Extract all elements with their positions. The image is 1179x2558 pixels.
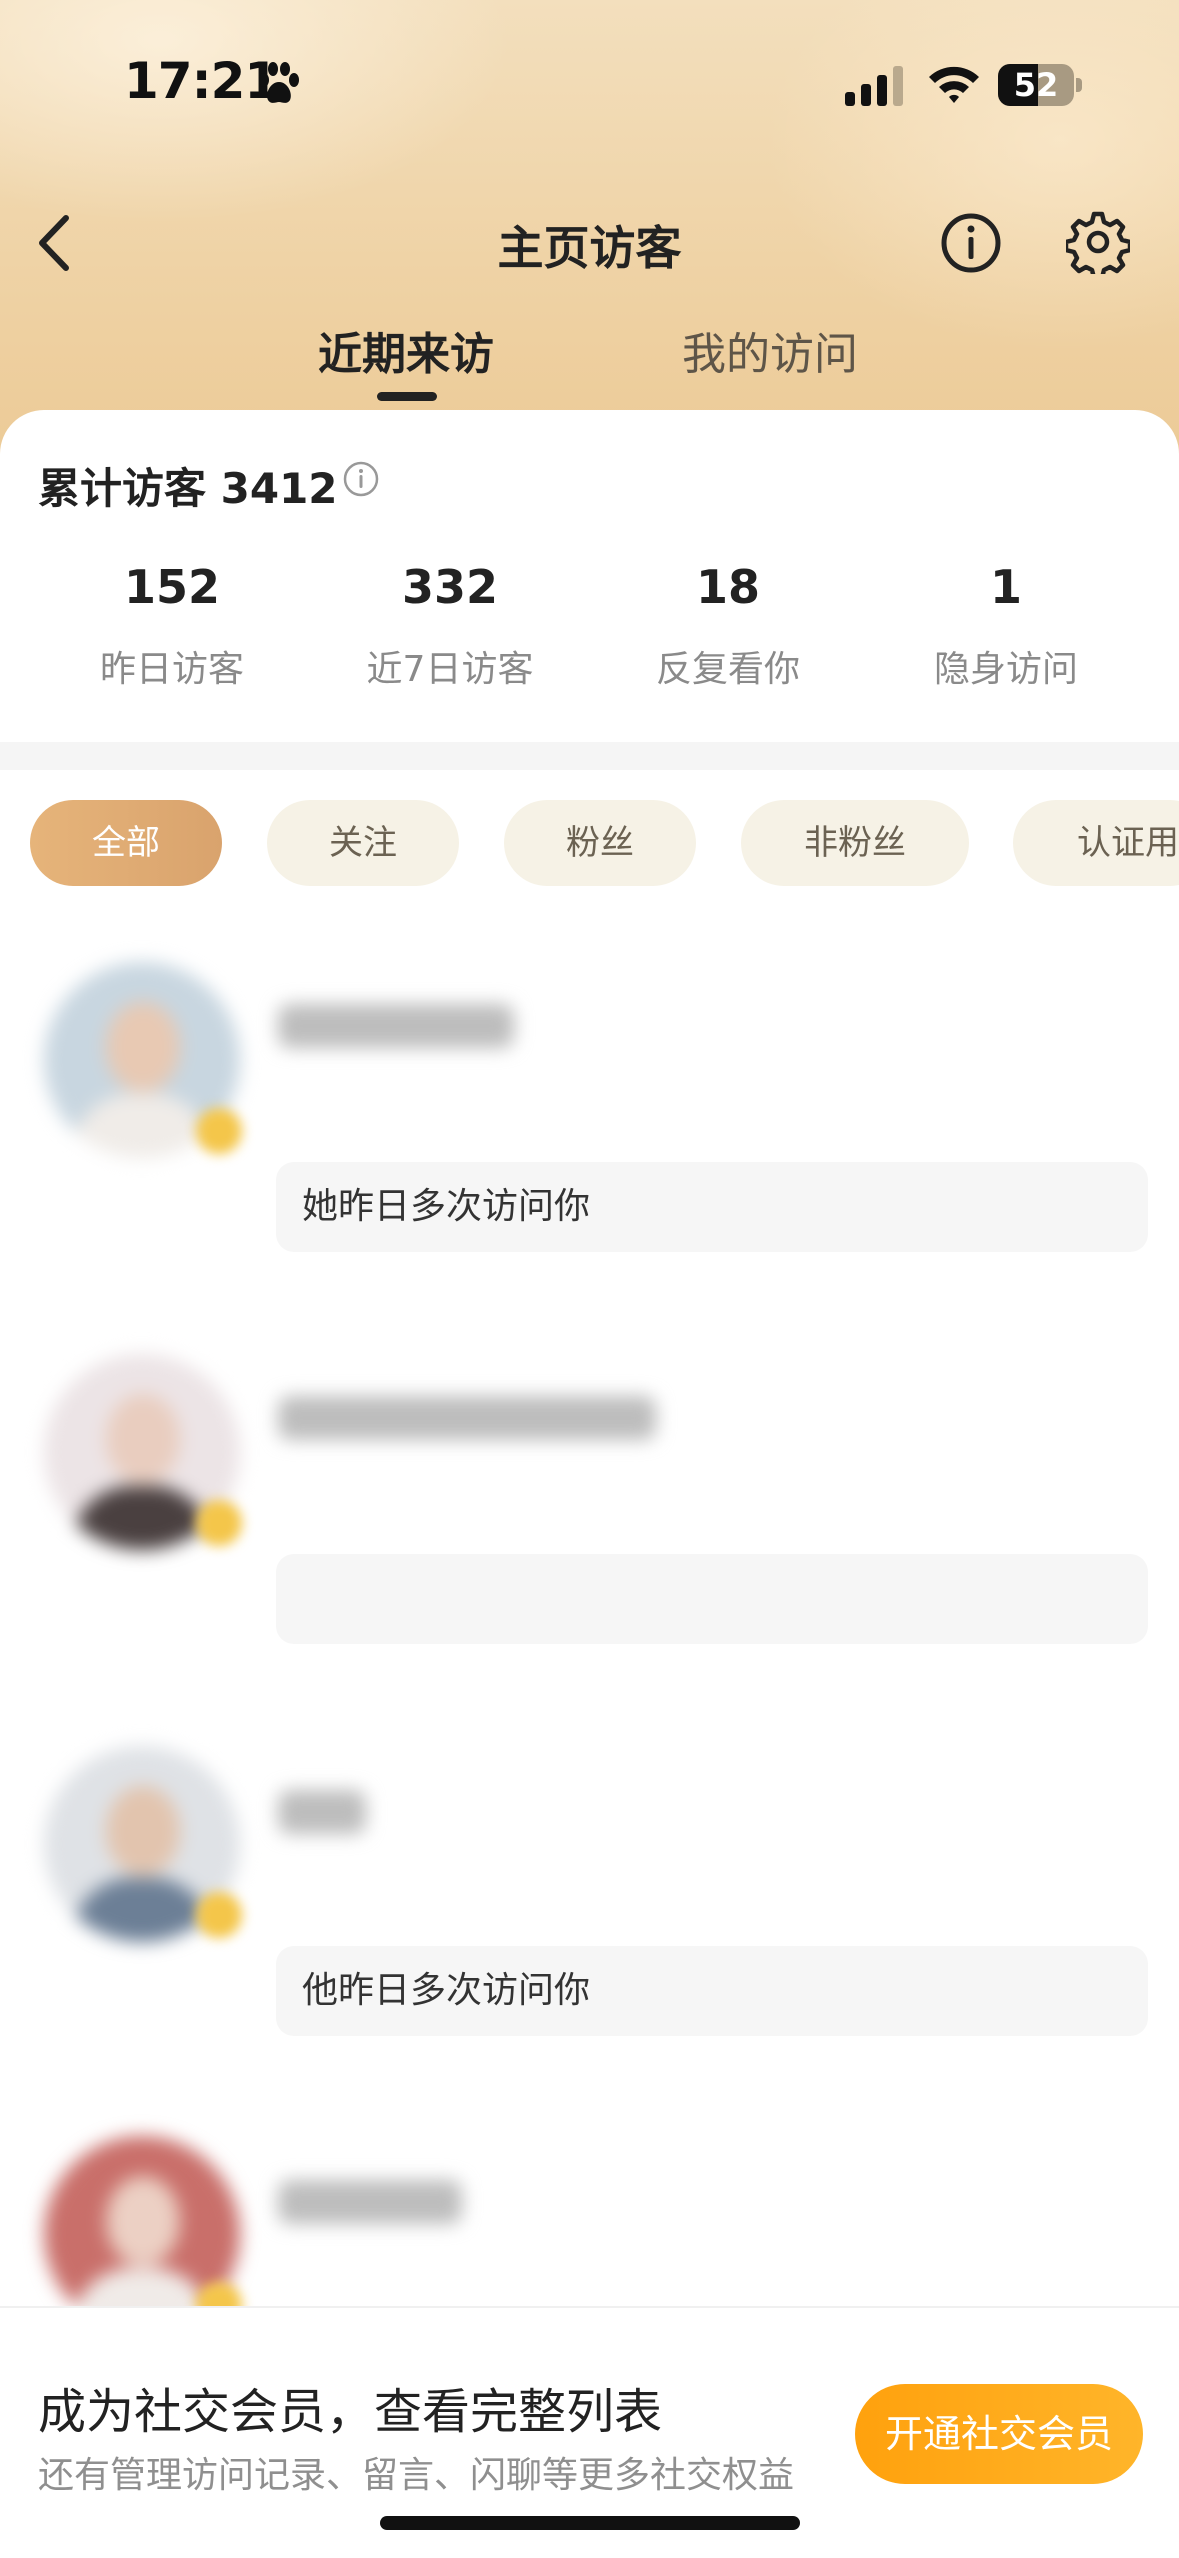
- vip-badge-icon: [196, 1500, 242, 1546]
- total-visitors-label: 累计访客 3412: [38, 464, 338, 513]
- stat-value: 18: [695, 560, 760, 614]
- wifi-icon: [929, 66, 979, 103]
- stat-label: 昨日访客: [99, 649, 244, 690]
- stat-value: 1: [989, 560, 1022, 614]
- cellular-signal-icon: [845, 66, 903, 106]
- page-title: 主页访客: [497, 221, 682, 275]
- visit-note: 她昨日多次访问你: [276, 1162, 1148, 1252]
- settings-gear-icon[interactable]: [1066, 210, 1130, 274]
- tab-indicator: [377, 392, 437, 401]
- stat-label: 反复看你: [655, 649, 800, 690]
- vip-badge-icon: [196, 1892, 242, 1938]
- info-icon[interactable]: [940, 212, 1002, 274]
- visitor-name-blurred: [278, 2180, 462, 2224]
- vip-badge-icon: [196, 1108, 242, 1154]
- filter-following[interactable]: 关注: [267, 800, 459, 886]
- home-indicator[interactable]: [380, 2516, 800, 2530]
- total-info-icon[interactable]: [342, 460, 380, 498]
- stat-label: 近7日访客: [366, 649, 534, 690]
- paw-icon: [259, 62, 299, 103]
- visitor-name-blurred: [278, 1004, 514, 1048]
- stat-value: 332: [401, 560, 499, 614]
- filter-all[interactable]: 全部: [30, 800, 222, 886]
- tab-recent-visitors[interactable]: 近期来访: [318, 318, 494, 382]
- visitor-name-blurred: [278, 1396, 656, 1440]
- visitor-name-blurred: [278, 1790, 366, 1834]
- promo-subtitle: 还有管理访问记录、留言、闪聊等更多社交权益: [38, 2455, 795, 2496]
- filter-verified[interactable]: 认证用: [1013, 800, 1179, 886]
- tab-my-visits[interactable]: 我的访问: [682, 318, 858, 382]
- stat-label: 隐身访问: [933, 649, 1078, 690]
- stat-repeat-views[interactable]: 18 反复看你: [598, 560, 858, 692]
- promo-title: 成为社交会员，查看完整列表: [38, 2384, 663, 2440]
- open-membership-button[interactable]: 开通社交会员: [855, 2384, 1143, 2484]
- section-divider: [0, 742, 1179, 770]
- battery-percent: 52: [1013, 66, 1059, 104]
- filter-fans[interactable]: 粉丝: [504, 800, 696, 886]
- battery-indicator: 52: [998, 64, 1082, 106]
- stat-yesterday[interactable]: 152 昨日访客: [42, 560, 302, 692]
- stat-last-7-days[interactable]: 332 近7日访客: [320, 560, 580, 692]
- visit-note: [276, 1554, 1148, 1644]
- filter-non-fans[interactable]: 非粉丝: [741, 800, 969, 886]
- stat-value: 152: [123, 560, 221, 614]
- visit-note: 他昨日多次访问你: [276, 1946, 1148, 2036]
- stat-hidden-visits[interactable]: 1 隐身访问: [876, 560, 1136, 692]
